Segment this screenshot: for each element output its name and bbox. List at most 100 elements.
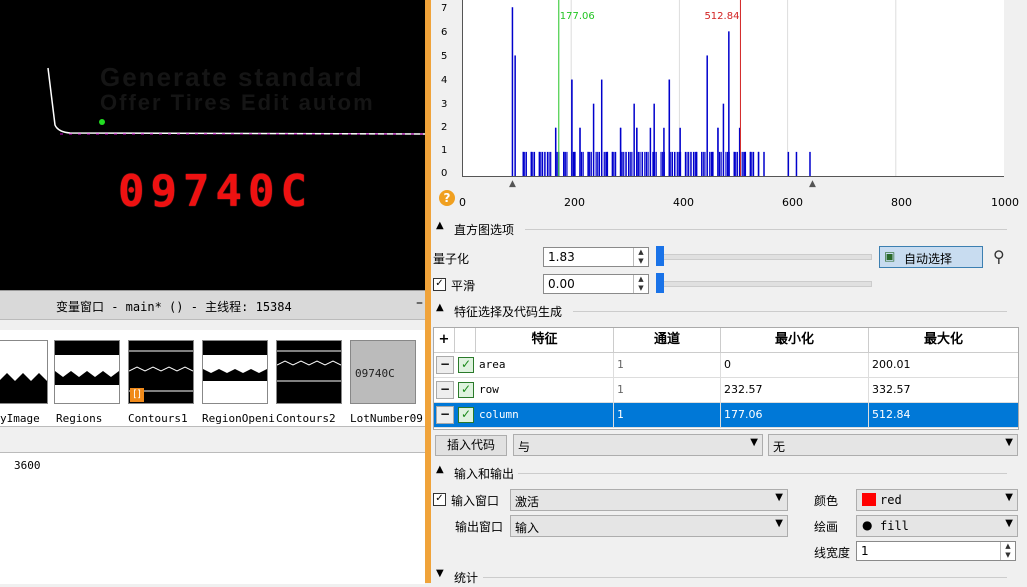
draw-label: 绘画: [814, 520, 839, 534]
thumb-region-opening[interactable]: RegionOpeni: [200, 334, 275, 425]
row-enabled-icon[interactable]: ✓: [458, 357, 474, 373]
section-statistics[interactable]: ▼ 统计: [433, 567, 1017, 587]
auto-select-button[interactable]: ▣ 自动选择: [879, 246, 983, 268]
collapse-icon[interactable]: ▲: [436, 302, 444, 313]
histogram-plot[interactable]: 177.06 512.84 7 6 5 4 3 2 1 0 ? ▲ ▲ 0 200…: [431, 0, 1019, 213]
min-slider-handle-icon[interactable]: ▲: [509, 179, 516, 189]
remove-row-button[interactable]: −: [436, 356, 454, 374]
section-feature-selection[interactable]: ▲ 特征选择及代码生成: [433, 301, 1017, 321]
draw-select[interactable]: ● fill ▼: [856, 515, 1018, 537]
histogram-bar: [556, 151, 558, 176]
threshold-tool-icon[interactable]: ⚲: [993, 247, 1005, 266]
thumb-regions[interactable]: Regions: [52, 334, 122, 425]
cell-max[interactable]: 332.57: [872, 378, 1018, 402]
histogram-bar: [530, 151, 533, 176]
histogram-bar: [647, 151, 649, 176]
combine-operator-value: 与: [518, 440, 531, 454]
spin-arrows-icon[interactable]: ▲ ▼: [1000, 542, 1015, 560]
input-window-select[interactable]: 激活 ▼: [510, 489, 788, 511]
header-feature[interactable]: 特征: [476, 328, 614, 353]
output-window-select[interactable]: 输入 ▼: [510, 515, 788, 537]
table-row-selected[interactable]: − ✓ column 1 177.06 512.84: [434, 403, 1018, 428]
control-variables: 3600: [0, 452, 425, 584]
feature-table: + 特征 通道 最小化 最大化 − ✓ area 1 0 200.01 − ✓ …: [433, 327, 1019, 430]
histogram-bar: [645, 151, 648, 176]
histogram-bar: [649, 127, 652, 176]
histogram-bar: [564, 151, 566, 176]
remove-row-button[interactable]: −: [436, 381, 454, 399]
quantize-value: 1.83: [548, 250, 575, 264]
y-tick: 6: [441, 27, 448, 38]
help-icon[interactable]: ?: [439, 190, 455, 206]
section-input-output[interactable]: ▲ 输入和输出: [433, 463, 1017, 483]
cell-channel[interactable]: 1: [617, 353, 721, 377]
spin-arrows-icon[interactable]: ▲ ▼: [633, 275, 648, 293]
histogram-bar: [589, 151, 591, 176]
row-enabled-icon[interactable]: ✓: [458, 407, 474, 423]
graphics-window[interactable]: Generate standard Offer Tires Edit autom…: [0, 0, 425, 290]
smooth-slider[interactable]: [660, 281, 872, 287]
cell-channel[interactable]: 1: [617, 378, 721, 402]
second-select[interactable]: 无 ▼: [768, 434, 1018, 456]
spin-arrows-icon[interactable]: ▲ ▼: [633, 248, 648, 266]
histogram-bar: [548, 151, 550, 176]
thumb-contours2[interactable]: Contours2: [274, 334, 344, 425]
y-tick: 0: [441, 168, 448, 179]
thumb-contours1[interactable]: [] Contours1: [126, 334, 196, 425]
remove-row-button[interactable]: −: [436, 406, 454, 424]
exec-marker-icon: []: [130, 388, 144, 402]
insert-code-button[interactable]: 插入代码: [435, 435, 507, 456]
add-row-button[interactable]: +: [434, 328, 455, 353]
quantize-spinbox[interactable]: 1.83 ▲ ▼: [543, 247, 649, 267]
header-min[interactable]: 最小化: [721, 328, 869, 353]
color-select[interactable]: red ▼: [856, 489, 1018, 511]
smooth-spinbox[interactable]: 0.00 ▲ ▼: [543, 274, 649, 294]
section-title: 统计: [454, 571, 479, 585]
cell-feature[interactable]: area: [479, 353, 614, 377]
histogram-bar: [625, 151, 627, 176]
quantize-slider[interactable]: [660, 254, 872, 260]
cell-feature[interactable]: row: [479, 378, 614, 402]
section-histogram-options[interactable]: ▲ 直方图选项: [433, 219, 1017, 239]
histogram-bar: [752, 151, 755, 176]
table-row[interactable]: − ✓ area 1 0 200.01: [434, 353, 1018, 378]
cell-max[interactable]: 512.84: [872, 403, 1018, 427]
cell-min[interactable]: 232.57: [724, 378, 869, 402]
header-max[interactable]: 最大化: [869, 328, 1018, 353]
line-width-spinbox[interactable]: 1 ▲ ▼: [856, 541, 1016, 561]
max-threshold-label: 512.84: [704, 11, 739, 22]
thumb-gray-image[interactable]: yImage: [0, 334, 50, 425]
quantize-slider-thumb[interactable]: [656, 246, 664, 266]
variable-window-close[interactable]: –: [416, 295, 423, 311]
auto-select-icon: ▣: [884, 249, 896, 263]
expand-icon[interactable]: ▼: [436, 568, 444, 579]
collapse-icon[interactable]: ▲: [436, 220, 444, 231]
thumb-lot-text: 09740C: [355, 367, 395, 380]
thumb-lot-number[interactable]: 09740C LotNumber09: [348, 334, 423, 425]
thumb-picture: 09740C: [350, 340, 416, 404]
histogram-bar: [763, 151, 765, 176]
max-slider-handle-icon[interactable]: ▲: [809, 179, 816, 189]
cell-feature[interactable]: column: [479, 403, 614, 427]
histogram-bar: [676, 151, 678, 176]
smooth-slider-thumb[interactable]: [656, 273, 664, 293]
variable-window-titlebar[interactable]: 变量窗口 - main* () - 主线程: 15384 –: [0, 290, 425, 320]
smooth-checkbox[interactable]: ✓: [433, 278, 446, 291]
chevron-down-icon: ▼: [1005, 437, 1013, 448]
row-enabled-icon[interactable]: ✓: [458, 382, 474, 398]
cell-channel[interactable]: 1: [617, 403, 721, 427]
histogram-bar: [673, 151, 676, 176]
input-window-checkbox[interactable]: ✓: [433, 493, 446, 506]
table-row[interactable]: − ✓ row 1 232.57 332.57: [434, 378, 1018, 403]
y-tick: 4: [441, 75, 448, 86]
variable-window-title: 变量窗口 - main* () - 主线程: 15384: [56, 300, 292, 314]
histogram-bar: [787, 151, 790, 176]
header-channel[interactable]: 通道: [614, 328, 721, 353]
combine-operator-select[interactable]: 与 ▼: [513, 434, 763, 456]
histogram-bar: [744, 151, 746, 176]
cell-max[interactable]: 200.01: [872, 353, 1018, 377]
cell-min[interactable]: 177.06: [724, 403, 869, 427]
collapse-icon[interactable]: ▲: [436, 464, 444, 475]
color-label: 颜色: [814, 494, 839, 508]
cell-min[interactable]: 0: [724, 353, 869, 377]
